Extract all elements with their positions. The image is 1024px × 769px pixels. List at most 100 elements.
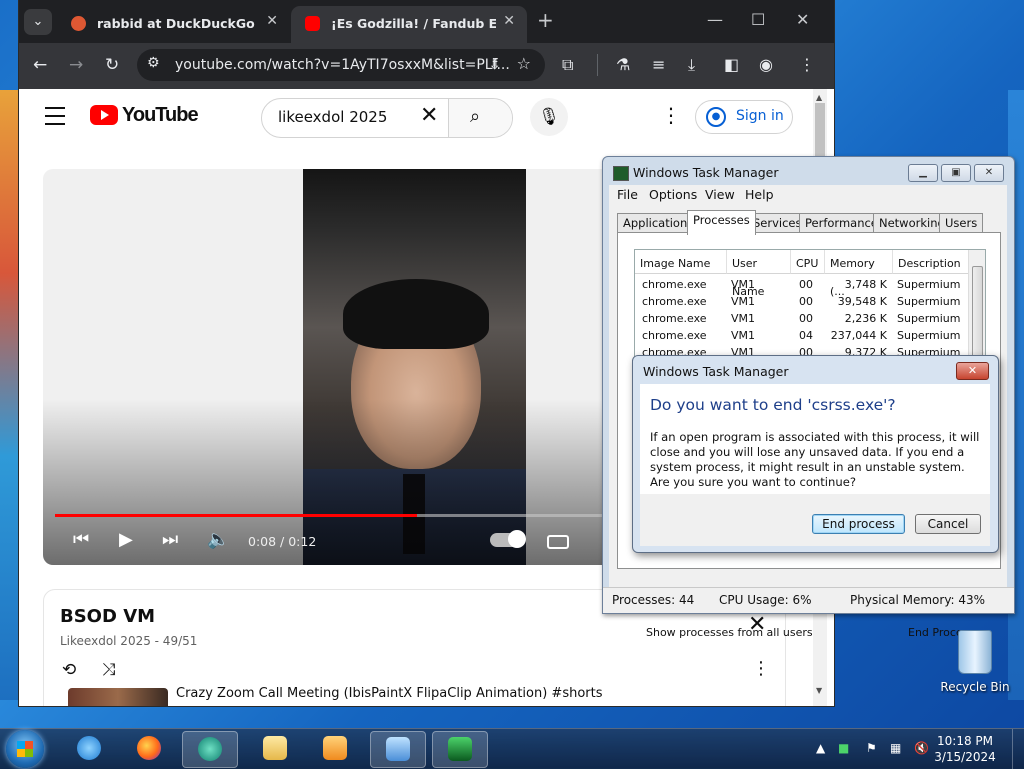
playlist-item-thumbnail[interactable] [68,688,168,706]
recycle-bin-desktop-icon[interactable]: Recycle Bin [940,630,1010,694]
extensions-icon[interactable]: ⧉ [562,55,573,75]
clock[interactable]: 10:18 PM 3/15/2024 [934,733,996,765]
menu-view[interactable]: View [705,187,735,202]
youtube-wordmark[interactable]: YouTube [122,104,199,127]
sign-in-button[interactable]: ● Sign in [695,100,793,134]
tray-app-icon[interactable]: ■ [838,741,849,755]
tm-close-button[interactable]: ✕ [974,164,1004,182]
search-button[interactable]: ⌕ [448,99,512,137]
play-icon[interactable]: ▶ [119,529,133,550]
video-player[interactable]: ⏮ ▶ ⏭ 🔈 0:08 / 0:12 [43,169,613,565]
scrollbar-thumb[interactable] [972,266,983,368]
settings-kebab-icon[interactable]: ⋮ [661,103,681,127]
tab-users[interactable]: Users [939,213,984,234]
forward-arrow-icon[interactable]: → [69,55,83,75]
volume-muted-icon[interactable]: 🔇 [914,741,929,755]
new-tab-button[interactable]: + [537,8,554,32]
autoplay-toggle[interactable] [490,530,526,548]
hamburger-menu-icon[interactable] [45,107,65,125]
side-panel-icon[interactable]: ◧ [724,55,739,74]
bookmark-star-icon[interactable]: ☆ [517,54,531,73]
taskbar-internet-explorer[interactable] [62,731,116,766]
tab-title: rabbid at DuckDuckGo [97,16,255,31]
tab-search-button[interactable]: ⌄ [24,9,52,35]
cancel-button[interactable]: Cancel [915,514,981,534]
col-cpu[interactable]: CPU [791,250,825,274]
taskbar-explorer[interactable] [248,731,302,766]
menu-file[interactable]: File [617,187,638,202]
action-center-flag-icon[interactable]: ⚑ [866,741,877,755]
menu-options[interactable]: Options [649,187,697,202]
loop-playlist-icon[interactable]: ⟲ [62,660,76,680]
search-box[interactable]: likeexdol 2025 ✕ ⌕ [261,98,513,138]
dialog-body: Do you want to end 'csrss.exe'? If an op… [640,384,990,494]
install-app-icon[interactable]: ⇩ [488,55,501,73]
col-image-name[interactable]: Image Name [635,250,727,274]
labs-flask-icon[interactable]: ⚗ [616,55,630,74]
progress-bar[interactable] [55,514,603,517]
process-row[interactable]: chrome.exe VM1 04 237,044 K Supermium [635,327,965,344]
tray-overflow-icon[interactable]: ▲ [816,741,825,755]
row-desc: Supermium [897,295,961,308]
tm-minimize-button[interactable]: ▁ [908,164,938,182]
captions-icon[interactable] [547,535,569,549]
process-row[interactable]: chrome.exe VM1 00 3,748 K Supermium [635,276,965,293]
row-user: VM1 [731,295,756,308]
start-button[interactable] [6,730,44,768]
scroll-down-arrow-icon[interactable]: ▼ [816,686,822,695]
scroll-up-arrow-icon[interactable]: ▲ [816,93,822,102]
tm-maximize-button[interactable]: ▣ [941,164,971,182]
volume-icon[interactable]: 🔈 [207,529,229,550]
taskbar-media-player[interactable] [308,731,362,766]
profile-avatar-icon[interactable]: ◉ [759,55,773,74]
next-video-icon[interactable]: ⏭ [162,529,178,550]
youtube-logo-icon[interactable] [90,105,118,125]
url-text[interactable]: youtube.com/watch?v=1AyTI7osxxM&list=PLf… [175,57,510,73]
media-queue-icon[interactable]: ≡ [652,55,665,74]
process-row[interactable]: chrome.exe VM1 00 2,236 K Supermium [635,310,965,327]
search-icon: ⌕ [470,106,481,127]
reload-icon[interactable]: ↻ [105,55,119,75]
taskbar-control-panel[interactable] [370,731,426,768]
col-user-name[interactable]: User Name [727,250,791,298]
close-window-button[interactable]: ✕ [796,10,809,29]
row-cpu: 00 [799,295,813,308]
search-input[interactable]: likeexdol 2025 [278,108,387,126]
playlist-title[interactable]: BSOD VM [60,606,155,627]
col-description[interactable]: Description [893,250,969,274]
playlist-more-icon[interactable]: ⋮ [752,658,770,679]
tab-close-icon[interactable]: ✕ [503,13,515,29]
tab-youtube[interactable]: ¡Es Godzilla! / Fandub Español ✕ [291,6,527,43]
col-memory[interactable]: Memory (... [825,250,893,298]
end-process-confirm-button[interactable]: End process [812,514,905,534]
network-icon[interactable]: ▦ [890,741,901,755]
tab-duckduckgo[interactable]: rabbid at DuckDuckGo ✕ [57,6,290,43]
row-name: chrome.exe [642,295,707,308]
shuffle-icon[interactable]: ⤨ [102,660,116,680]
back-arrow-icon[interactable]: ← [33,55,47,75]
taskbar-browser[interactable] [182,731,238,768]
tab-processes[interactable]: Processes [687,210,756,235]
show-desktop-button[interactable] [1012,729,1024,769]
process-row[interactable]: chrome.exe VM1 00 39,548 K Supermium [635,293,965,310]
tab-performance[interactable]: Performance [799,213,884,234]
download-icon[interactable]: ⤓ [688,55,695,75]
taskbar-task-manager[interactable] [432,731,488,768]
playlist-item-title[interactable]: Crazy Zoom Call Meeting (IbisPaintX Flip… [176,686,603,701]
maximize-button[interactable]: ☐ [751,10,765,29]
menu-help[interactable]: Help [745,187,774,202]
voice-search-mic-icon[interactable]: 🎙 [530,98,568,136]
address-bar[interactable]: ⚙ youtube.com/watch?v=1AyTI7osxxM&list=P… [137,49,545,81]
browser-menu-icon[interactable]: ⋮ [799,55,815,74]
show-all-users-button[interactable]: Show processes from all users [646,626,813,639]
row-cpu: 00 [799,278,813,291]
sign-in-label: Sign in [736,108,784,124]
previous-video-icon[interactable]: ⏮ [73,529,89,550]
site-info-icon[interactable]: ⚙ [147,55,160,71]
tab-close-icon[interactable]: ✕ [266,13,278,29]
minimize-button[interactable]: — [707,10,723,29]
taskbar-firefox[interactable] [122,731,176,766]
task-manager-taskbar-icon [448,737,472,761]
dialog-close-button[interactable]: ✕ [956,362,989,380]
clear-search-icon[interactable]: ✕ [420,103,438,128]
